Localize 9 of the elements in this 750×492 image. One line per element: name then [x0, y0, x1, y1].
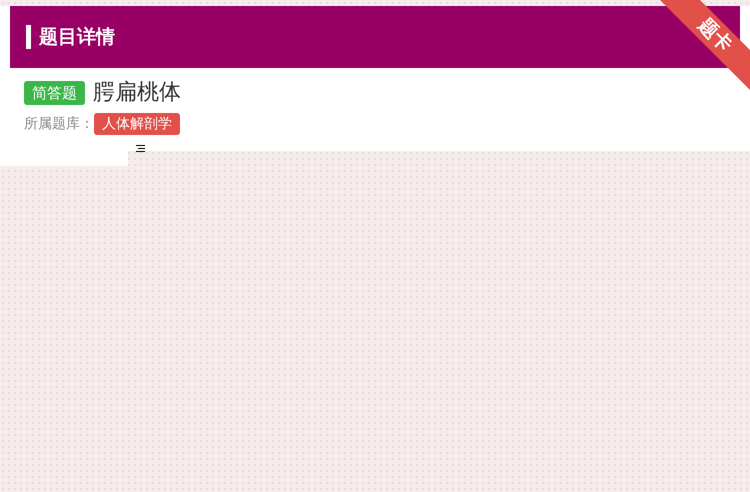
bank-tag[interactable]: 人体解剖学 — [94, 113, 180, 135]
panel-title: 题目详情 — [39, 24, 115, 50]
question-title: 腭扁桃体 — [93, 79, 181, 107]
list-icon — [136, 145, 145, 152]
question-type-tag: 简答题 — [24, 80, 85, 104]
corner-ribbon[interactable] — [660, 0, 750, 90]
bank-label: 所属题库： — [24, 114, 94, 134]
title-bar-marker — [26, 25, 31, 49]
ribbon-label: 题卡 — [692, 12, 738, 58]
